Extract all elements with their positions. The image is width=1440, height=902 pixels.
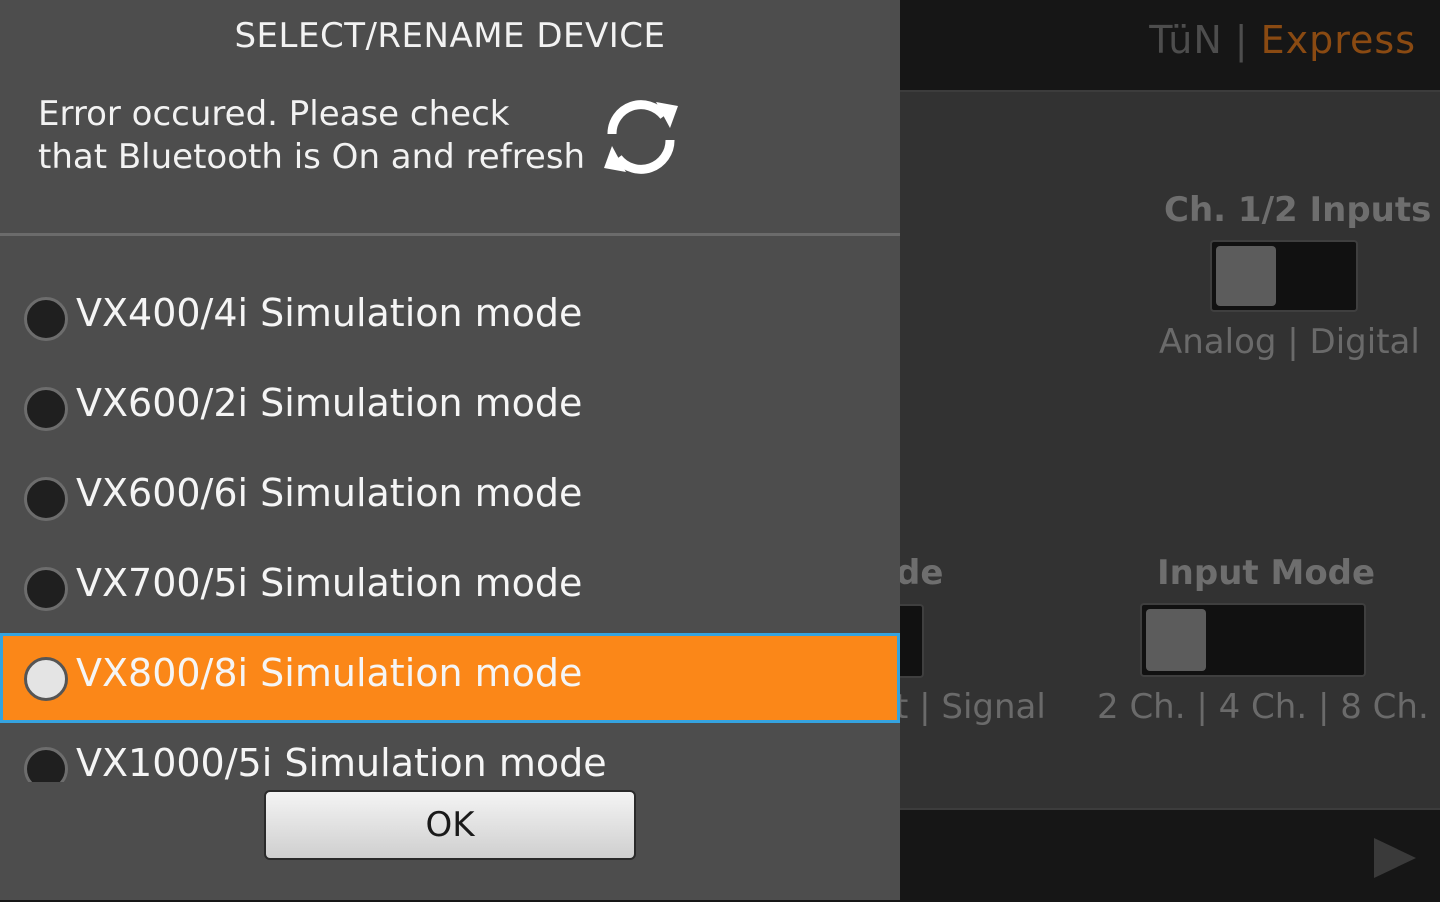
play-icon[interactable] xyxy=(1372,836,1418,880)
brand-separator: | xyxy=(1234,18,1249,62)
device-option-label: VX1000/5i Simulation mode xyxy=(76,741,607,782)
partial-mode-title: de xyxy=(896,553,944,593)
radio-button[interactable] xyxy=(24,387,68,431)
input-mode-options: 2 Ch. | 4 Ch. | 8 Ch. xyxy=(1097,687,1429,727)
select-device-dialog: SELECT/RENAME DEVICE Error occured. Plea… xyxy=(0,0,900,900)
ch-inputs-toggle[interactable] xyxy=(1210,240,1358,312)
ch-inputs-options: Analog | Digital xyxy=(1159,322,1420,362)
brand-express: Express xyxy=(1260,18,1416,62)
device-option[interactable]: VX600/2i Simulation mode xyxy=(0,363,900,453)
radio-button-checked[interactable] xyxy=(24,657,68,701)
device-option[interactable]: VX700/5i Simulation mode xyxy=(0,543,900,633)
device-list[interactable]: VX400/4i Simulation mode VX600/2i Simula… xyxy=(0,240,900,782)
brand-logo: TüN | Express xyxy=(1149,18,1416,62)
brand-tun: TüN xyxy=(1149,18,1223,62)
device-option-label: VX600/2i Simulation mode xyxy=(76,381,583,425)
radio-button[interactable] xyxy=(24,297,68,341)
partial-mode-options: t | Signal xyxy=(895,687,1046,727)
input-mode-toggle[interactable] xyxy=(1140,603,1366,677)
toggle-knob xyxy=(1146,609,1206,671)
radio-button[interactable] xyxy=(24,477,68,521)
dialog-divider xyxy=(0,233,900,236)
refresh-button[interactable] xyxy=(598,94,684,180)
error-message-line-1: Error occured. Please check xyxy=(38,94,510,134)
radio-button[interactable] xyxy=(24,567,68,611)
error-message-line-2: that Bluetooth is On and refresh xyxy=(38,137,586,177)
device-option-label: VX700/5i Simulation mode xyxy=(76,561,583,605)
toggle-knob xyxy=(1216,246,1276,306)
device-option[interactable]: VX400/4i Simulation mode xyxy=(0,273,900,363)
refresh-icon xyxy=(604,100,678,174)
input-mode-title: Input Mode xyxy=(1157,553,1376,593)
device-option[interactable]: VX600/6i Simulation mode xyxy=(0,453,900,543)
radio-button[interactable] xyxy=(24,747,68,782)
ok-button[interactable]: OK xyxy=(264,790,636,860)
device-option-selected[interactable]: VX800/8i Simulation mode xyxy=(0,633,900,723)
device-option-label: VX400/4i Simulation mode xyxy=(76,291,583,335)
device-option-label: VX600/6i Simulation mode xyxy=(76,471,583,515)
device-option-label: VX800/8i Simulation mode xyxy=(76,651,583,695)
device-option[interactable]: VX1000/5i Simulation mode xyxy=(0,723,900,782)
ch-inputs-title: Ch. 1/2 Inputs xyxy=(1164,190,1432,230)
dialog-title: SELECT/RENAME DEVICE xyxy=(234,16,666,56)
